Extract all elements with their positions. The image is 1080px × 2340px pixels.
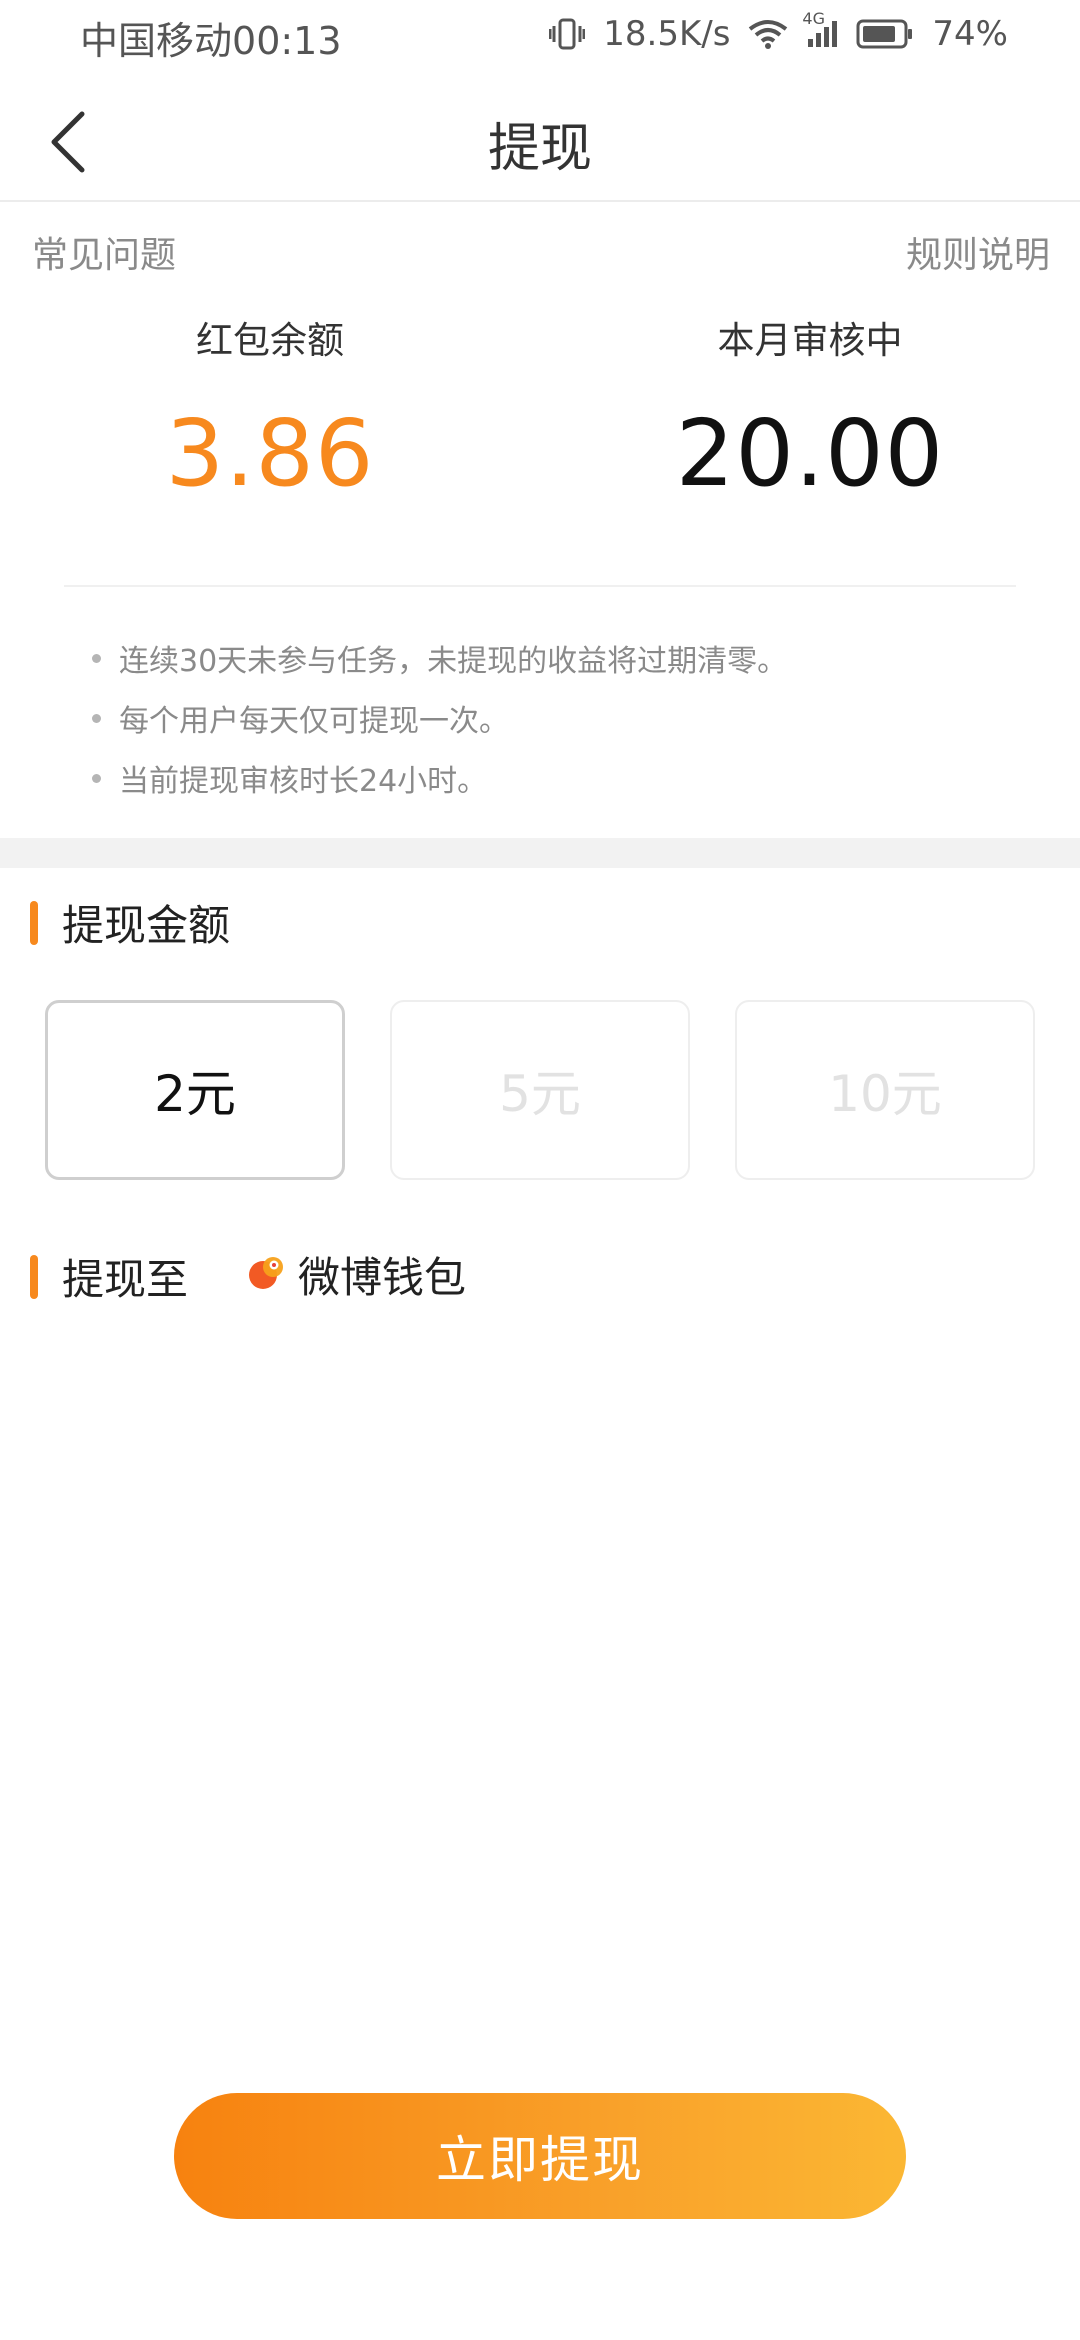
bullet-icon bbox=[92, 713, 101, 723]
withdraw-to-header: 提现至 bbox=[30, 1246, 188, 1307]
signal-icon: 4G bbox=[802, 9, 838, 49]
notes-list: 连续30天未参与任务，未提现的收益将过期清零。 每个用户每天仅可提现一次。 当前… bbox=[92, 628, 787, 808]
withdraw-now-button[interactable]: 立即提现 bbox=[174, 2093, 906, 2219]
bullet-icon bbox=[92, 773, 101, 783]
note-item: 连续30天未参与任务，未提现的收益将过期清零。 bbox=[92, 628, 787, 688]
amount-option-5[interactable]: 5元 bbox=[390, 1000, 690, 1180]
amount-section-header: 提现金额 bbox=[30, 892, 230, 953]
red-packet-balance: 红包余额 3.86 bbox=[0, 310, 540, 507]
divider bbox=[64, 585, 1016, 587]
status-right: 18.5K/s 4G 74% bbox=[549, 9, 1008, 54]
status-bar: 中国移动00:13 18.5K/s 4G 74% bbox=[0, 0, 1080, 80]
red-packet-label: 红包余额 bbox=[196, 319, 344, 362]
amount-option-10[interactable]: 10元 bbox=[735, 1000, 1035, 1180]
note-item: 当前提现审核时长24小时。 bbox=[92, 748, 787, 808]
page-title: 提现 bbox=[487, 119, 592, 179]
withdraw-to-title: 提现至 bbox=[62, 1255, 189, 1304]
time: 00:13 bbox=[232, 19, 342, 63]
red-packet-value: 3.86 bbox=[165, 400, 375, 507]
rules-link[interactable]: 规则说明 bbox=[906, 226, 1050, 278]
weibo-wallet-icon bbox=[246, 1253, 286, 1297]
note-text: 每个用户每天仅可提现一次。 bbox=[119, 704, 509, 739]
amount-option-label: 10元 bbox=[828, 1065, 942, 1123]
accent-bar bbox=[30, 1254, 38, 1299]
net-speed: 18.5K/s bbox=[603, 14, 731, 54]
faq-link[interactable]: 常见问题 bbox=[32, 226, 176, 278]
nav-bar: 提现 bbox=[0, 80, 1080, 202]
pending-balance: 本月审核中 20.00 bbox=[540, 310, 1080, 507]
vibrate-icon bbox=[549, 17, 586, 51]
bullet-icon bbox=[92, 653, 101, 663]
amount-section-title: 提现金额 bbox=[62, 901, 231, 950]
amount-option-label: 2元 bbox=[154, 1065, 236, 1123]
note-text: 连续30天未参与任务，未提现的收益将过期清零。 bbox=[119, 644, 788, 679]
accent-bar bbox=[30, 900, 38, 945]
status-left: 中国移动00:13 bbox=[80, 10, 342, 65]
section-separator bbox=[0, 838, 1080, 868]
amount-option-2[interactable]: 2元 bbox=[45, 1000, 345, 1180]
note-text: 当前提现审核时长24小时。 bbox=[119, 764, 488, 799]
note-item: 每个用户每天仅可提现一次。 bbox=[92, 688, 787, 748]
carrier: 中国移动 bbox=[80, 19, 233, 63]
withdraw-now-label: 立即提现 bbox=[436, 2131, 644, 2189]
wallet-selector[interactable]: 微博钱包 bbox=[246, 1244, 466, 1305]
battery-icon bbox=[856, 19, 914, 49]
pending-label: 本月审核中 bbox=[717, 319, 903, 362]
battery-percent: 74% bbox=[932, 14, 1008, 54]
network-label: 4G bbox=[802, 9, 825, 28]
pending-value: 20.00 bbox=[675, 400, 945, 507]
wifi-icon bbox=[748, 19, 788, 49]
amount-option-label: 5元 bbox=[499, 1065, 581, 1123]
wallet-name: 微博钱包 bbox=[298, 1253, 467, 1302]
